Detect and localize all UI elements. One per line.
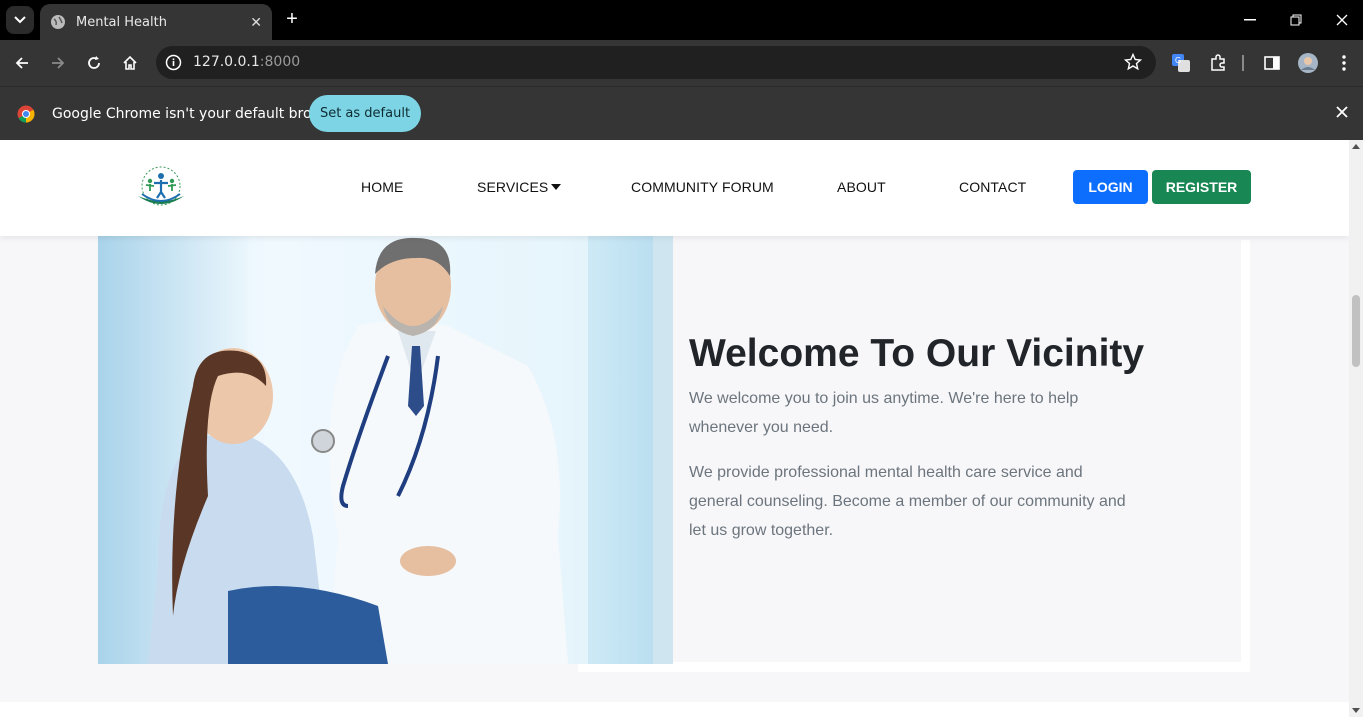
nav-home[interactable]: HOME — [361, 179, 403, 195]
toolbar-divider — [1242, 55, 1244, 71]
site-logo[interactable] — [134, 166, 190, 208]
extensions-icon[interactable] — [1207, 52, 1229, 74]
hero-title: Welcome To Our Vicinity — [689, 332, 1145, 375]
plus-icon[interactable]: + — [282, 8, 302, 32]
globe-icon — [51, 15, 65, 29]
tab-title: Mental Health — [76, 14, 167, 30]
close-icon[interactable]: ✕ — [250, 14, 262, 31]
profile-avatar[interactable] — [1297, 52, 1319, 74]
minimize-icon[interactable] — [1240, 10, 1260, 30]
info-icon[interactable] — [164, 53, 183, 72]
url-text: 127.0.0.1:8000 — [193, 54, 301, 70]
nav-services[interactable]: SERVICES — [477, 179, 562, 195]
star-icon[interactable] — [1124, 53, 1142, 71]
translate-icon[interactable]: G — [1170, 52, 1192, 74]
default-browser-infobar: Google Chrome isn't your default browser… — [0, 86, 1363, 140]
browser-titlebar: Mental Health ✕ + — [0, 0, 1363, 40]
nav-community-forum[interactable]: COMMUNITY FORUM — [631, 179, 774, 195]
login-button[interactable]: LOGIN — [1073, 170, 1148, 204]
sidepanel-icon[interactable] — [1261, 52, 1283, 74]
address-bar[interactable]: 127.0.0.1:8000 — [156, 46, 1156, 79]
register-button[interactable]: REGISTER — [1152, 170, 1251, 204]
reload-icon[interactable] — [83, 52, 105, 74]
site-navbar: HOME SERVICES COMMUNITY FORUM ABOUT CONT… — [0, 140, 1349, 236]
forward-icon[interactable] — [47, 52, 69, 74]
infobar-close-icon[interactable] — [1335, 105, 1349, 119]
set-as-default-button[interactable]: Set as default — [309, 95, 421, 132]
window-close-icon[interactable] — [1332, 10, 1352, 30]
home-icon[interactable] — [119, 52, 141, 74]
svg-text:G: G — [1175, 56, 1181, 65]
hero-paragraph-2: We provide professional mental health ca… — [689, 464, 1126, 539]
hero-image — [98, 236, 673, 664]
scroll-up-arrow-icon[interactable] — [1352, 144, 1360, 149]
hero-card — [673, 240, 1241, 662]
nav-about[interactable]: ABOUT — [837, 179, 886, 195]
chrome-logo — [17, 105, 35, 123]
browser-toolbar: 127.0.0.1:8000 G — [0, 40, 1363, 86]
section-divider — [0, 702, 1349, 717]
restore-icon[interactable] — [1286, 10, 1306, 30]
caret-down-icon — [551, 184, 562, 190]
infobar-message: Google Chrome isn't your default browser — [52, 106, 345, 122]
tab-search-icon[interactable] — [6, 6, 34, 34]
back-icon[interactable] — [11, 52, 33, 74]
menu-icon[interactable] — [1333, 52, 1355, 74]
browser-tab[interactable]: Mental Health ✕ — [40, 4, 272, 40]
nav-contact[interactable]: CONTACT — [959, 179, 1026, 195]
hero-paragraph-1: We welcome you to join us anytime. We're… — [689, 390, 1079, 436]
page-scrollbar[interactable] — [1349, 140, 1363, 717]
scrollbar-thumb[interactable] — [1352, 295, 1360, 367]
scroll-down-arrow-icon[interactable] — [1352, 708, 1360, 713]
page-viewport: HOME SERVICES COMMUNITY FORUM ABOUT CONT… — [0, 140, 1349, 717]
